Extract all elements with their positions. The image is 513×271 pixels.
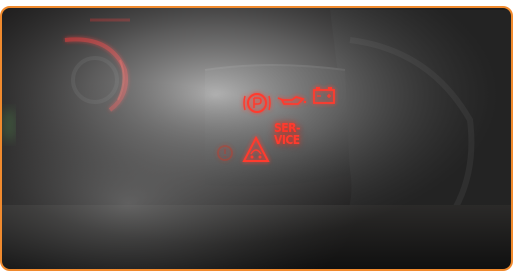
- dashboard-scene: [0, 6, 513, 271]
- service-line-2: VICE: [274, 133, 300, 147]
- service-warning-light: SER- VICE: [274, 122, 314, 146]
- dashboard-photo: SER- VICE: [0, 0, 513, 271]
